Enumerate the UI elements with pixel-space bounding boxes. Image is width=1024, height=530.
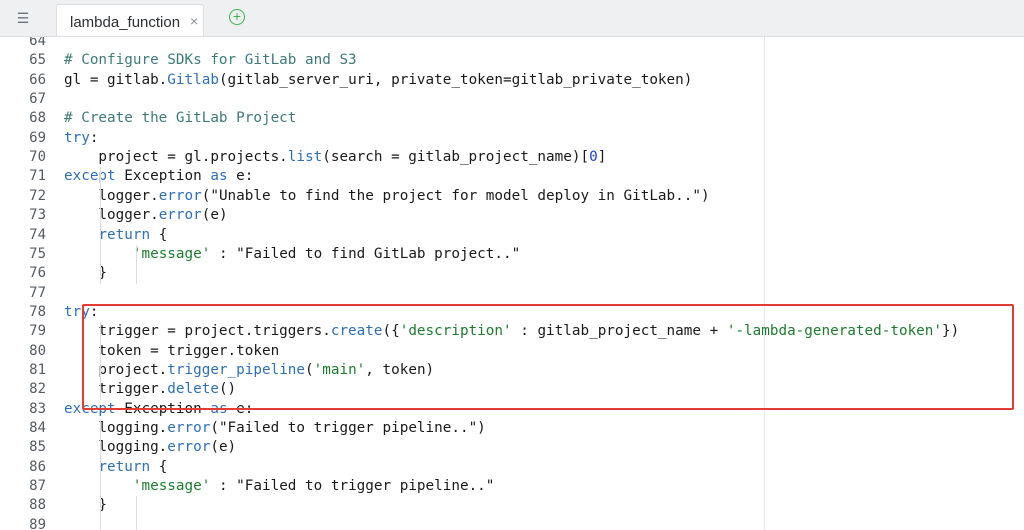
code-token: Exception: [115, 168, 211, 185]
code-token: (e): [210, 439, 237, 456]
code-line: logging.error("Failed to trigger pipelin…: [64, 419, 486, 438]
line-number: 80: [29, 342, 46, 359]
code-token: except: [64, 168, 116, 185]
line-number: 70: [29, 149, 46, 166]
indent-guide: [100, 167, 101, 284]
file-tree-icon[interactable]: ☰: [14, 10, 32, 26]
code-token: ]: [597, 149, 607, 166]
code-token: error: [167, 420, 211, 436]
code-token: as: [210, 168, 228, 185]
line-number: 71: [29, 168, 46, 185]
line-number: 67: [29, 91, 46, 108]
code-editor[interactable]: 64 65 # Configure SDKs for GitLab and S3 66…: [0, 37, 1024, 530]
tab-lambda-function[interactable]: lambda_function ×: [56, 4, 204, 36]
code-token: error: [167, 439, 211, 456]
line-number: 85: [29, 439, 46, 456]
tab-label: lambda_function: [70, 14, 181, 31]
indent-guide: [136, 244, 137, 284]
code-token: (gitlab_server_uri, private_token=gitlab…: [218, 71, 693, 88]
code-line: return {: [64, 458, 167, 477]
line-number: 83: [29, 400, 46, 417]
code-line: # Create the GitLab Project: [64, 109, 296, 128]
code-line: logger.error(e): [64, 206, 228, 225]
line-number: 72: [29, 187, 46, 204]
code-token: Gitlab: [167, 71, 219, 88]
code-line: logger.error("Unable to find the project…: [64, 187, 710, 206]
code-token: e:: [227, 168, 254, 185]
code-token: (search = gitlab_project_name)[: [322, 149, 590, 166]
code-line: except Exception as e:: [64, 167, 253, 186]
line-number: 82: [29, 381, 46, 398]
code-line: 'message' : "Failed to trigger pipeline.…: [64, 477, 495, 496]
line-number: 88: [29, 497, 46, 514]
code-line: return {: [64, 226, 167, 245]
code-token: # Configure SDKs for GitLab and S3: [64, 52, 357, 69]
code-token: :: [89, 129, 99, 146]
code-line: # Configure SDKs for GitLab and S3: [64, 51, 357, 70]
code-token: 'message': [132, 245, 211, 262]
code-token: list: [287, 149, 323, 166]
tab-bar: ☰ lambda_function × +: [0, 0, 1024, 37]
code-token: ("Unable to find the project for model d…: [201, 187, 710, 204]
line-number: 89: [29, 516, 46, 530]
code-token: error: [158, 207, 202, 224]
indent-guide: [136, 496, 137, 530]
code-token: logger.: [64, 207, 159, 224]
code-token: 'message': [132, 478, 211, 495]
line-number: 78: [29, 303, 46, 320]
code-token: try: [64, 129, 90, 146]
line-number: 73: [29, 207, 46, 224]
code-line: try:: [64, 129, 98, 148]
line-number: 79: [29, 323, 46, 340]
code-token: return: [98, 226, 151, 243]
code-token: logging.: [64, 439, 168, 456]
line-number: 86: [29, 458, 46, 475]
code-token: # Create the GitLab Project: [64, 110, 297, 127]
code-token: : "Failed to find GitLab project..": [210, 245, 521, 262]
code-token: ("Failed to trigger pipeline.."): [210, 420, 486, 436]
code-token: 0: [589, 149, 598, 166]
line-number: 66: [29, 71, 46, 88]
code-token: project = gl.projects.: [64, 149, 288, 166]
line-number: 87: [29, 478, 46, 495]
line-number: 74: [29, 226, 46, 243]
line-number: 64: [29, 37, 46, 49]
line-number: 68: [29, 110, 46, 127]
indent-guide: [100, 419, 101, 530]
code-line: gl = gitlab.Gitlab(gitlab_server_uri, pr…: [64, 71, 692, 90]
code-token: {: [150, 458, 168, 475]
line-number: 76: [29, 265, 46, 282]
line-number: 65: [29, 52, 46, 69]
code-line: 'message' : "Failed to find GitLab proje…: [64, 245, 520, 264]
line-number: 75: [29, 245, 46, 262]
code-line: logging.error(e): [64, 438, 236, 457]
code-token: (e): [201, 207, 228, 224]
line-number: 84: [29, 420, 46, 436]
highlight-box: [82, 304, 1014, 410]
line-number: 69: [29, 129, 46, 146]
close-icon[interactable]: ×: [190, 13, 198, 29]
code-token: : "Failed to trigger pipeline..": [210, 478, 495, 495]
code-token: {: [150, 226, 168, 243]
print-margin: [764, 37, 765, 530]
add-tab-icon[interactable]: +: [229, 9, 245, 25]
line-number: 81: [29, 361, 46, 378]
line-number: 77: [29, 284, 46, 301]
code-token: logging.: [64, 420, 168, 436]
code-token: return: [98, 458, 151, 475]
code-token: logger.: [64, 187, 159, 204]
code-token: error: [158, 187, 202, 204]
code-token: gl = gitlab.: [64, 71, 168, 88]
code-line: project = gl.projects.list(search = gitl…: [64, 148, 606, 167]
